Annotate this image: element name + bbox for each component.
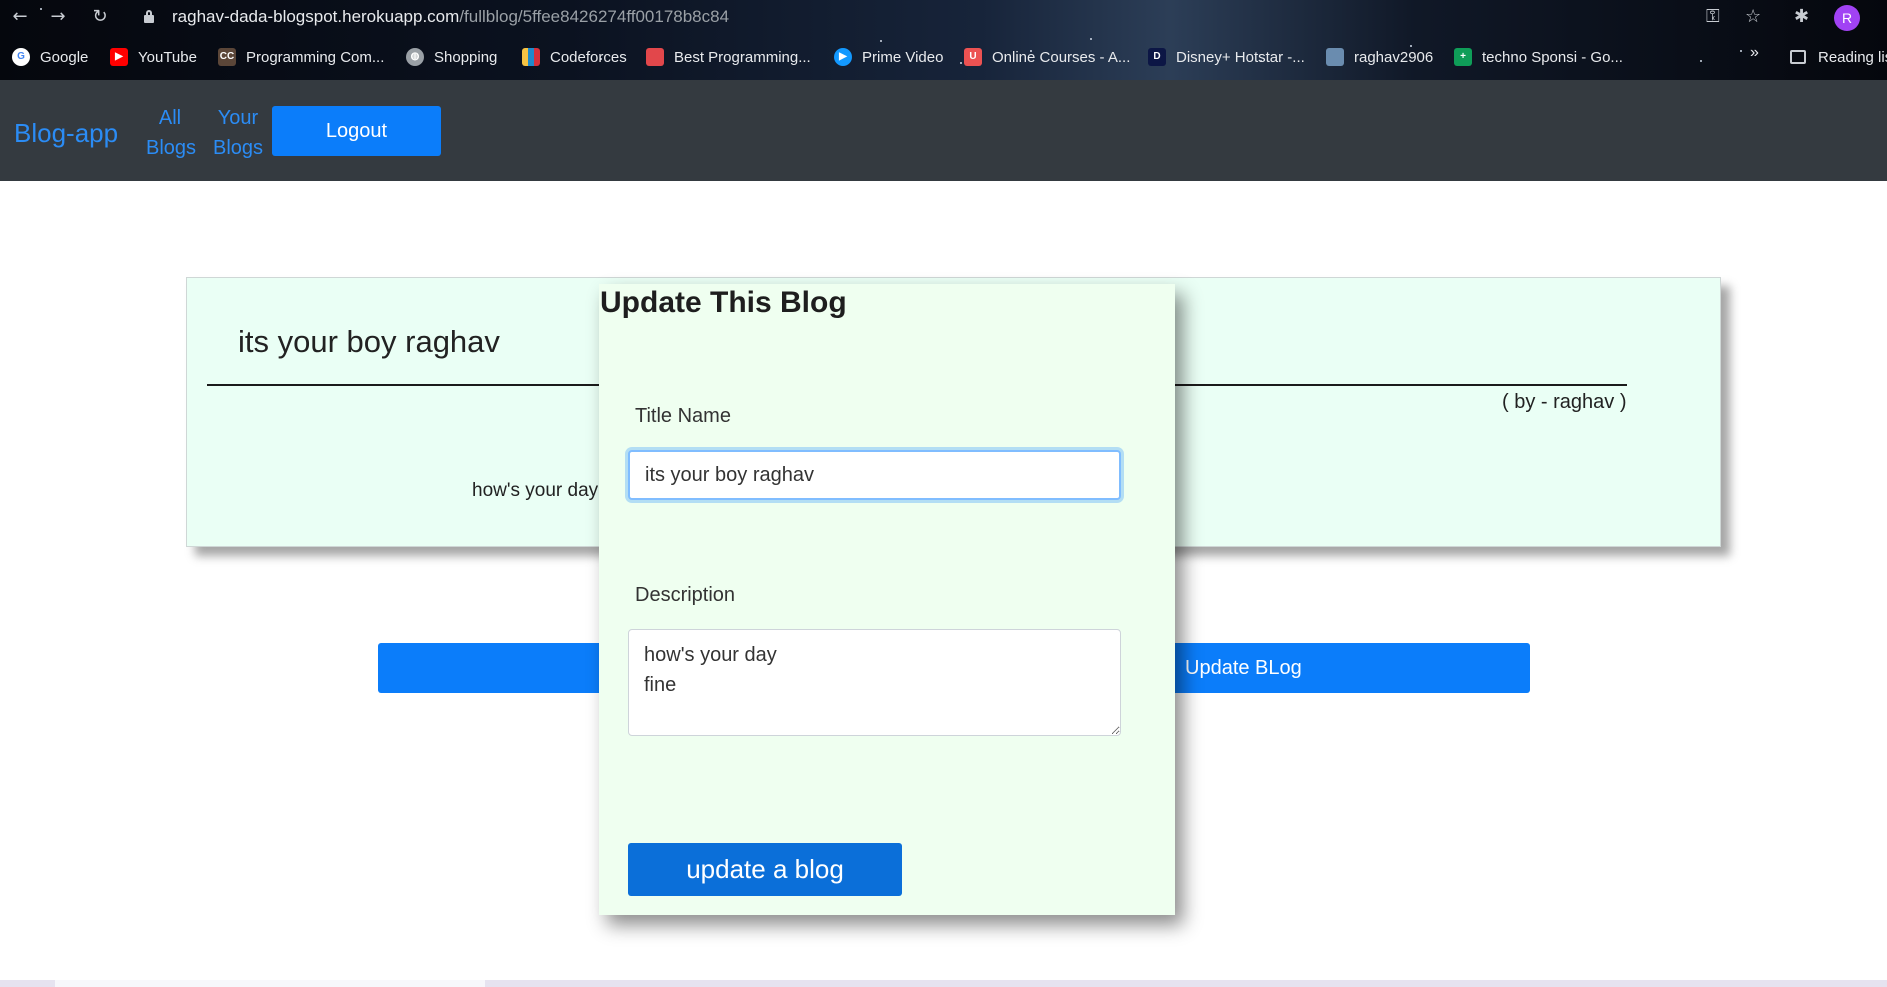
title-name-input[interactable] bbox=[628, 450, 1121, 500]
description-line: how's your day bbox=[644, 644, 777, 666]
bookmark-label: Programming Com... bbox=[246, 48, 385, 66]
codeforces-icon bbox=[522, 48, 540, 66]
bookmark-hotstar[interactable]: D Disney+ Hotstar -... bbox=[1148, 44, 1305, 70]
modal-heading: Update This Blog bbox=[600, 286, 847, 319]
bottom-strip-segment bbox=[55, 980, 485, 987]
bookmark-best-programming[interactable]: Best Programming... bbox=[646, 44, 811, 70]
youtube-icon: ▶ bbox=[110, 48, 128, 66]
bookmark-label: Disney+ Hotstar -... bbox=[1176, 48, 1305, 66]
extensions-icon[interactable]: ✱ bbox=[1794, 6, 1809, 28]
nav-all-blogs-line2: Blogs bbox=[146, 137, 197, 159]
nav-all-blogs[interactable]: All Blogs bbox=[146, 103, 197, 163]
nav-your-blogs[interactable]: Your Blogs bbox=[212, 103, 264, 163]
browser-chrome: ← → ↻ raghav-dada-blogspot.herokuapp.com… bbox=[0, 0, 1887, 80]
nav-all-blogs-line1: All bbox=[158, 107, 182, 129]
bookmarks-bar: G Google ▶ YouTube CC Programming Com...… bbox=[0, 44, 1887, 70]
blog-title: its your boy raghav bbox=[238, 324, 500, 359]
bookmark-label: Google bbox=[40, 48, 89, 66]
lock-icon[interactable] bbox=[144, 10, 154, 23]
bookmark-label: raghav2906 bbox=[1354, 48, 1434, 66]
title-name-label: Title Name bbox=[635, 405, 731, 427]
bookmark-techno-sponsi[interactable]: + techno Sponsi - Go... bbox=[1454, 44, 1623, 70]
bookmark-youtube[interactable]: ▶ YouTube bbox=[110, 44, 197, 70]
nav-your-blogs-line1: Your bbox=[217, 107, 259, 129]
update-blog-button[interactable]: Update BLog bbox=[1170, 643, 1530, 693]
address-bar[interactable]: ← → ↻ raghav-dada-blogspot.herokuapp.com… bbox=[0, 0, 1887, 34]
bookmark-programming[interactable]: CC Programming Com... bbox=[218, 44, 384, 70]
reload-icon[interactable]: ↻ bbox=[88, 6, 112, 28]
udemy-icon: U bbox=[964, 48, 982, 66]
google-icon: G bbox=[12, 48, 30, 66]
url-path: /fullblog/5ffee8426274ff00178b8c84 bbox=[459, 7, 730, 26]
star-icon[interactable]: ☆ bbox=[1745, 6, 1761, 28]
description-line: fine bbox=[644, 674, 677, 696]
description-textarea[interactable]: how's your day fine bbox=[628, 629, 1121, 736]
logout-button[interactable]: Logout bbox=[272, 106, 441, 156]
blog-author: ( by - raghav ) bbox=[1502, 391, 1627, 413]
bookmark-prime-video[interactable]: ▶ Prime Video bbox=[834, 44, 943, 70]
blog-description: how's your day bbox=[472, 480, 599, 501]
bookmark-shopping[interactable]: ◍ Shopping bbox=[406, 44, 497, 70]
profile-avatar[interactable]: R bbox=[1834, 5, 1860, 31]
bookmark-label: Prime Video bbox=[862, 48, 944, 66]
bookmark-label: Best Programming... bbox=[674, 48, 811, 66]
globe-icon: ◍ bbox=[406, 48, 424, 66]
forward-icon[interactable]: → bbox=[46, 6, 70, 28]
google-sheets-icon: + bbox=[1454, 48, 1472, 66]
back-icon[interactable]: ← bbox=[8, 6, 32, 28]
reading-list-icon bbox=[1790, 50, 1806, 64]
update-a-blog-button[interactable]: update a blog bbox=[628, 843, 902, 896]
bottom-scroll-strip bbox=[0, 980, 1887, 987]
bookmark-google[interactable]: G Google bbox=[12, 44, 88, 70]
bookmark-label: techno Sponsi - Go... bbox=[1482, 48, 1623, 66]
bookmark-label: Codeforces bbox=[550, 48, 627, 66]
url-host: raghav-dada-blogspot.herokuapp.com bbox=[172, 7, 460, 26]
hotstar-icon: D bbox=[1148, 48, 1166, 66]
bookmark-raghav2906[interactable]: raghav2906 bbox=[1326, 44, 1433, 70]
nav-your-blogs-line2: Blogs bbox=[212, 137, 264, 159]
codechef-icon: CC bbox=[218, 48, 236, 66]
brand-link[interactable]: Blog-app bbox=[14, 118, 118, 149]
cube-icon bbox=[646, 48, 664, 66]
reading-list-label: Reading lis bbox=[1818, 48, 1887, 66]
bookmarks-overflow-icon[interactable]: » bbox=[1750, 44, 1759, 62]
bookmark-online-courses[interactable]: U Online Courses - A... bbox=[964, 44, 1130, 70]
bookmark-label: YouTube bbox=[138, 48, 197, 66]
url-text[interactable]: raghav-dada-blogspot.herokuapp.com/fullb… bbox=[172, 7, 729, 27]
bookmark-label: Shopping bbox=[434, 48, 498, 66]
prime-video-icon: ▶ bbox=[834, 48, 852, 66]
bookmark-label: Online Courses - A... bbox=[992, 48, 1131, 66]
key-icon[interactable]: ⚿ bbox=[1706, 6, 1720, 28]
description-label: Description bbox=[635, 584, 736, 606]
blog-action-button[interactable] bbox=[378, 643, 608, 693]
profile-image-icon bbox=[1326, 48, 1344, 66]
reading-list[interactable]: Reading lis bbox=[1790, 44, 1887, 70]
bookmark-codeforces[interactable]: Codeforces bbox=[522, 44, 627, 70]
